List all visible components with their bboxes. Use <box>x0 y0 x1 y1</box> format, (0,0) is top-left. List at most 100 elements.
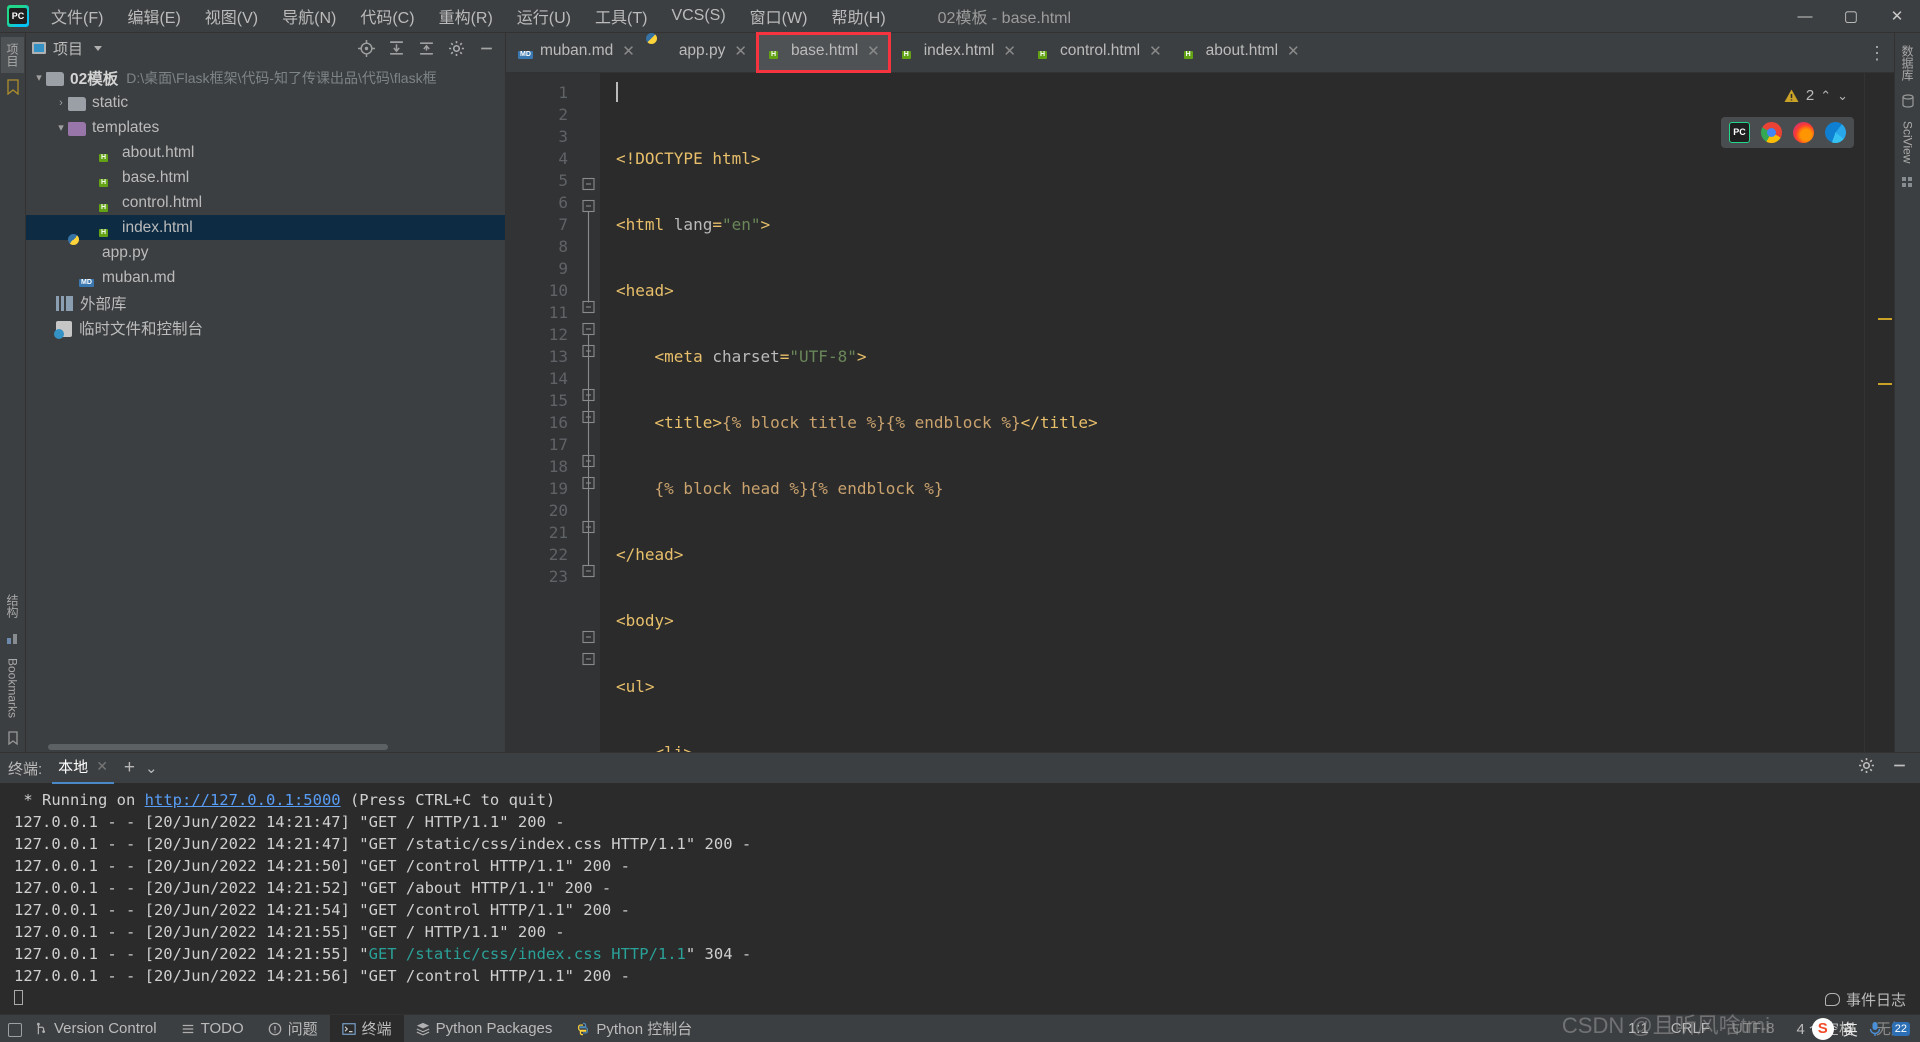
minimize-icon[interactable] <box>1891 757 1908 779</box>
pycharm-preview-icon[interactable]: PC <box>1729 122 1750 143</box>
tree-row-scratches-consoles[interactable]: 临时文件和控制台 <box>26 315 505 340</box>
editor-code-content[interactable]: <!DOCTYPE html> <html lang="en"> <head> … <box>600 73 1864 752</box>
tool-tab-structure[interactable]: 结构 <box>1 588 24 624</box>
inspection-widget[interactable]: 2 ⌃ ⌄ <box>1783 87 1848 104</box>
minimize-button[interactable]: — <box>1782 0 1828 33</box>
close-icon[interactable]: ✕ <box>734 42 747 60</box>
editor-fold-column[interactable] <box>578 73 600 752</box>
menu-help[interactable]: 帮助(H) <box>819 0 897 33</box>
tree-row-index-html[interactable]: H index.html <box>26 215 505 240</box>
tab-muban-md[interactable]: MD muban.md ✕ <box>506 33 645 72</box>
hide-panel-icon[interactable] <box>478 40 495 57</box>
tab-index-html[interactable]: H index.html ✕ <box>890 33 1026 72</box>
project-panel-tools <box>358 39 499 57</box>
menu-navigate[interactable]: 导航(N) <box>270 0 348 33</box>
status-item-problems[interactable]: 问题 <box>256 1015 330 1042</box>
tree-row-control-html[interactable]: H control.html <box>26 190 505 215</box>
plus-icon[interactable]: + <box>124 758 135 777</box>
menu-refactor[interactable]: 重构(R) <box>427 0 505 33</box>
line-separator[interactable]: CRLF <box>1671 1020 1710 1037</box>
tree-row-app-py[interactable]: app.py <box>26 240 505 265</box>
line-number: 19 <box>548 479 568 498</box>
terminal-session-tab[interactable]: 本地 ✕ <box>52 752 114 784</box>
tree-row-muban-md[interactable]: MD muban.md <box>26 265 505 290</box>
tool-tab-database[interactable]: 数据库 <box>1896 39 1919 87</box>
event-log-button[interactable]: 事件日志 <box>1824 989 1906 1010</box>
settings-gear-icon[interactable] <box>448 40 465 57</box>
chevron-down-icon[interactable]: ⌄ <box>1837 88 1848 104</box>
server-url-link[interactable]: http://127.0.0.1:5000 <box>145 791 341 809</box>
menu-run[interactable]: 运行(U) <box>505 0 583 33</box>
collapse-all-icon[interactable] <box>418 40 435 57</box>
folder-icon <box>68 96 86 111</box>
close-icon[interactable]: ✕ <box>867 42 880 60</box>
window-controls: — ▢ ✕ <box>1782 0 1920 33</box>
chevron-right-icon[interactable]: › <box>54 97 68 109</box>
editor-marker-bar[interactable] <box>1864 73 1894 752</box>
menu-vcs[interactable]: VCS(S) <box>659 2 737 30</box>
microphone-icon[interactable] <box>1867 1020 1883 1038</box>
chevron-down-icon[interactable]: ▾ <box>54 121 68 134</box>
close-icon[interactable]: ✕ <box>96 758 108 775</box>
expand-all-icon[interactable] <box>388 40 405 57</box>
status-item-version-control[interactable]: Version Control <box>22 1017 169 1040</box>
status-item-python-console[interactable]: Python 控制台 <box>564 1015 704 1042</box>
gear-icon[interactable] <box>1858 757 1875 779</box>
chrome-icon[interactable] <box>1761 122 1782 143</box>
status-item-python-packages[interactable]: Python Packages <box>404 1017 565 1040</box>
menu-view[interactable]: 视图(V) <box>193 0 270 33</box>
ime-language-label[interactable]: 英 <box>1843 1019 1858 1040</box>
warning-marker[interactable] <box>1878 383 1892 385</box>
tree-row-templates[interactable]: ▾ templates <box>26 115 505 140</box>
terminal-prompt-cursor <box>14 987 1920 1009</box>
chevron-down-icon[interactable]: ⌄ <box>145 759 158 777</box>
chevron-down-icon[interactable] <box>94 45 103 51</box>
tree-row-static[interactable]: › static <box>26 90 505 115</box>
kebab-menu-icon[interactable]: ⋮ <box>1868 44 1886 62</box>
menu-window[interactable]: 窗口(W) <box>738 0 820 33</box>
menu-tools[interactable]: 工具(T) <box>583 0 659 33</box>
menu-code[interactable]: 代码(C) <box>348 0 426 33</box>
html-file-icon: H <box>99 153 109 162</box>
maximize-button[interactable]: ▢ <box>1828 0 1874 33</box>
tree-row-about-html[interactable]: H about.html <box>26 140 505 165</box>
status-bar-tools: Version Control TODO 问题 终端 Python Packag… <box>0 1015 704 1042</box>
tree-row-base-html[interactable]: H base.html <box>26 165 505 190</box>
chevron-up-icon[interactable]: ⌃ <box>1820 88 1831 104</box>
menu-file[interactable]: 文件(F) <box>39 0 115 33</box>
chevron-down-icon[interactable]: ▾ <box>32 71 46 84</box>
edge-icon[interactable] <box>1825 122 1846 143</box>
code-editor[interactable]: 1 2 3 4 5 6 7 8 9 10 11 12 13 14 15 16 1 <box>506 73 1894 752</box>
tool-tab-bookmarks[interactable]: Bookmarks <box>3 652 23 724</box>
firefox-icon[interactable] <box>1793 122 1814 143</box>
menu-edit[interactable]: 编辑(E) <box>115 0 192 33</box>
file-encoding[interactable]: UTF-8 <box>1732 1020 1775 1037</box>
terminal-output[interactable]: * Running on http://127.0.0.1:5000 (Pres… <box>0 783 1920 1014</box>
tool-tab-project[interactable]: 项目 <box>1 37 24 73</box>
tree-row-external-libraries[interactable]: 外部库 <box>26 290 505 315</box>
close-button[interactable]: ✕ <box>1874 0 1920 33</box>
close-icon[interactable]: ✕ <box>1149 42 1162 60</box>
bookmarks-icon[interactable] <box>5 730 21 746</box>
warning-marker[interactable] <box>1878 318 1892 320</box>
locate-icon[interactable] <box>358 39 375 57</box>
tab-app-py[interactable]: app.py ✕ <box>645 33 757 72</box>
tree-row-root[interactable]: ▾ 02模板 D:\桌面\Flask框架\代码-知了传课出品\代码\flask框 <box>26 65 505 90</box>
close-icon[interactable]: ✕ <box>1003 42 1016 60</box>
tool-tab-sciview[interactable]: SciView <box>1898 115 1918 169</box>
tab-about-html[interactable]: H about.html ✕ <box>1172 33 1310 72</box>
project-title-group[interactable]: 项目 <box>32 38 103 59</box>
tab-base-html[interactable]: H base.html ✕ <box>755 32 891 73</box>
close-icon[interactable]: ✕ <box>1287 42 1300 60</box>
ime-indicator[interactable]: S 英 22 <box>1811 1016 1910 1042</box>
caret-position[interactable]: 1:1 <box>1628 1020 1649 1037</box>
line-number: 14 <box>548 369 568 388</box>
sogou-ime-icon[interactable]: S <box>1811 1018 1834 1040</box>
close-icon[interactable]: ✕ <box>622 42 635 60</box>
bookmark-star-icon[interactable] <box>5 79 21 95</box>
layout-toggle-icon[interactable] <box>8 1023 22 1037</box>
status-item-todo[interactable]: TODO <box>169 1017 256 1040</box>
status-item-terminal[interactable]: 终端 <box>329 1015 404 1042</box>
project-horizontal-scrollbar[interactable] <box>26 741 505 752</box>
tab-control-html[interactable]: H control.html ✕ <box>1026 33 1172 72</box>
